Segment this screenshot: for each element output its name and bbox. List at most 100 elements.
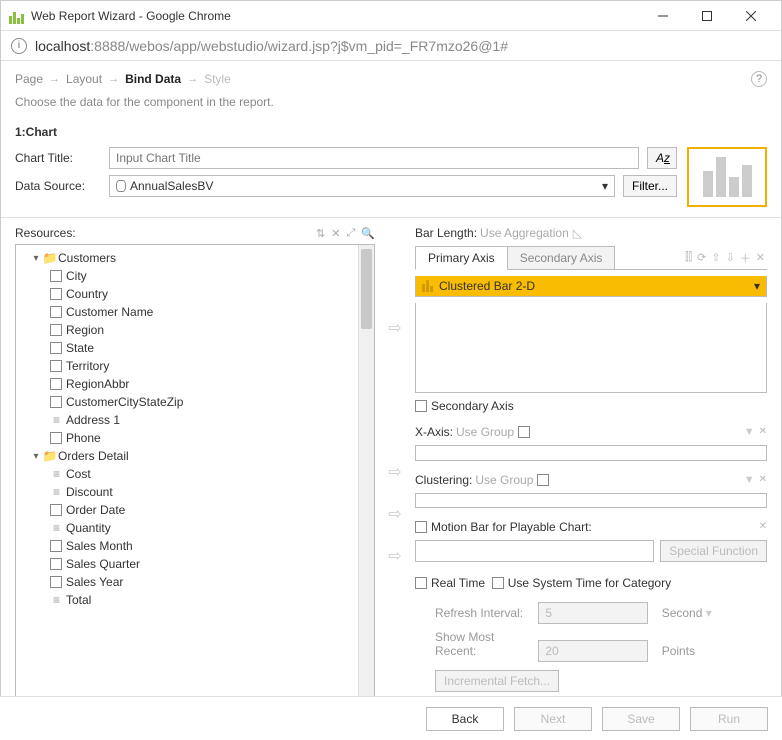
chart-title-input[interactable]: [109, 147, 639, 169]
tree-item[interactable]: Country: [18, 285, 372, 303]
clustering-field[interactable]: [415, 493, 767, 508]
save-button: Save: [602, 707, 680, 731]
tree-item[interactable]: Sales Month: [18, 537, 372, 555]
font-button[interactable]: Az: [647, 147, 677, 169]
data-source-value: AnnualSalesBV: [130, 179, 213, 193]
recent-unit: Points: [662, 644, 740, 658]
tab-refresh-icon[interactable]: ⟳: [697, 251, 706, 264]
maximize-button[interactable]: [685, 2, 729, 30]
bar-length-label: Bar Length:: [415, 226, 477, 240]
clustering-use-group: Use Group: [475, 473, 533, 487]
systemtime-label: Use System Time for Category: [508, 576, 671, 590]
tree-item[interactable]: Territory: [18, 357, 372, 375]
scrollbar-thumb[interactable]: [361, 249, 372, 329]
tab-primary-axis[interactable]: Primary Axis: [415, 246, 508, 270]
chart-thumbnail[interactable]: [687, 147, 767, 207]
tab-remove-icon[interactable]: ✕: [756, 251, 765, 264]
refresh-unit: Second: [662, 606, 703, 620]
page-description: Choose the data for the component in the…: [1, 91, 781, 123]
sort-icon[interactable]: ⇅: [316, 227, 325, 240]
scrollbar[interactable]: [358, 245, 374, 697]
tab-chart-icon[interactable]: ⫿⫿: [685, 251, 692, 264]
minimize-button[interactable]: [641, 2, 685, 30]
resources-tree[interactable]: ▾📁CustomersCityCountryCustomer NameRegio…: [15, 244, 375, 698]
remove-icon[interactable]: ✕: [759, 474, 767, 486]
tab-secondary-axis[interactable]: Secondary Axis: [507, 246, 616, 269]
use-aggregation-label: Use Aggregation: [480, 226, 569, 240]
tree-item[interactable]: ≡Total: [18, 591, 372, 609]
step-bind-data[interactable]: Bind Data: [125, 72, 181, 86]
tree-item[interactable]: Region: [18, 321, 372, 339]
search-icon[interactable]: 🔍: [361, 227, 375, 240]
tab-down-icon[interactable]: ⇩: [726, 251, 735, 264]
bar-length-row: Bar Length: Use Aggregation ◺: [415, 226, 767, 240]
filter-icon[interactable]: ▼: [744, 474, 755, 486]
tree-item[interactable]: ≡Discount: [18, 483, 372, 501]
filter-button[interactable]: Filter...: [623, 175, 677, 197]
section-title: 1:Chart: [15, 123, 767, 147]
motion-field[interactable]: [415, 540, 654, 562]
tree-item[interactable]: Order Date: [18, 501, 372, 519]
chart-type-row[interactable]: Clustered Bar 2-D ▾: [415, 276, 767, 297]
tree-item[interactable]: ≡Address 1: [18, 411, 372, 429]
tree-item[interactable]: ≡Quantity: [18, 519, 372, 537]
remove-icon[interactable]: ✕: [759, 521, 767, 532]
tree-item[interactable]: Customer Name: [18, 303, 372, 321]
tab-add-icon[interactable]: ＋: [740, 250, 751, 266]
xaxis-field[interactable]: [415, 445, 767, 460]
show-recent-label: Show Most Recent:: [415, 630, 535, 658]
url-text: localhost:8888/webos/app/webstudio/wizar…: [35, 38, 508, 54]
url-path: :8888/webos/app/webstudio/wizard.jsp?j$v…: [90, 38, 508, 54]
filter-icon[interactable]: ▼: [744, 426, 755, 438]
help-icon[interactable]: ?: [751, 71, 767, 87]
motion-checkbox[interactable]: [415, 521, 427, 533]
tree-group-customers[interactable]: ▾📁Customers: [18, 249, 372, 267]
tree-item[interactable]: Sales Year: [18, 573, 372, 591]
assign-bar-length-button[interactable]: ⇨: [383, 316, 407, 340]
assign-motion-button[interactable]: ⇨: [383, 544, 407, 568]
clustering-group-checkbox[interactable]: [537, 474, 549, 486]
run-button: Run: [690, 707, 768, 731]
tree-item[interactable]: City: [18, 267, 372, 285]
checkbox-icon: [415, 400, 427, 412]
url-bar: i localhost:8888/webos/app/webstudio/wiz…: [1, 31, 781, 61]
step-page[interactable]: Page: [15, 72, 43, 86]
secondary-axis-check-row[interactable]: Secondary Axis: [415, 399, 767, 413]
axis-tabs: Primary Axis Secondary Axis ⫿⫿ ⟳ ⇧ ⇩ ＋ ✕: [415, 246, 767, 270]
bar-chart-icon: [422, 280, 433, 292]
datasource-icon: [116, 180, 126, 192]
window-title: Web Report Wizard - Google Chrome: [31, 9, 641, 23]
aggregation-icon[interactable]: ◺: [573, 226, 582, 240]
refresh-interval-label: Refresh Interval:: [415, 606, 535, 620]
realtime-checkbox[interactable]: [415, 577, 427, 589]
xaxis-group-checkbox[interactable]: [518, 426, 530, 438]
chart-type-body: [415, 303, 767, 393]
chevron-down-icon: ▾: [754, 279, 760, 293]
assign-xaxis-button[interactable]: ⇨: [383, 460, 407, 484]
tree-item[interactable]: Phone: [18, 429, 372, 447]
tree-item[interactable]: State: [18, 339, 372, 357]
tree-group-orders[interactable]: ▾📁Orders Detail: [18, 447, 372, 465]
url-host: localhost: [35, 38, 90, 54]
back-button[interactable]: Back: [426, 707, 504, 731]
tree-item[interactable]: ≡Cost: [18, 465, 372, 483]
app-icon: [9, 8, 25, 24]
systemtime-checkbox[interactable]: [492, 577, 504, 589]
close-button[interactable]: [729, 2, 773, 30]
tab-up-icon[interactable]: ⇧: [711, 251, 720, 264]
info-icon[interactable]: i: [11, 38, 27, 54]
tree-item[interactable]: CustomerCityStateZip: [18, 393, 372, 411]
xaxis-label: X-Axis:: [415, 425, 453, 439]
tree-item[interactable]: Sales Quarter: [18, 555, 372, 573]
next-button: Next: [514, 707, 592, 731]
show-recent-input: [538, 640, 648, 662]
clear-icon[interactable]: ✕: [331, 227, 340, 240]
expand-icon[interactable]: ⤢: [346, 227, 355, 240]
clustering-label: Clustering:: [415, 473, 472, 487]
step-layout[interactable]: Layout: [66, 72, 102, 86]
tree-item[interactable]: RegionAbbr: [18, 375, 372, 393]
remove-icon[interactable]: ✕: [759, 426, 767, 438]
realtime-label: Real Time: [431, 576, 485, 590]
assign-clustering-button[interactable]: ⇨: [383, 502, 407, 526]
data-source-combo[interactable]: AnnualSalesBV ▾: [109, 175, 615, 197]
